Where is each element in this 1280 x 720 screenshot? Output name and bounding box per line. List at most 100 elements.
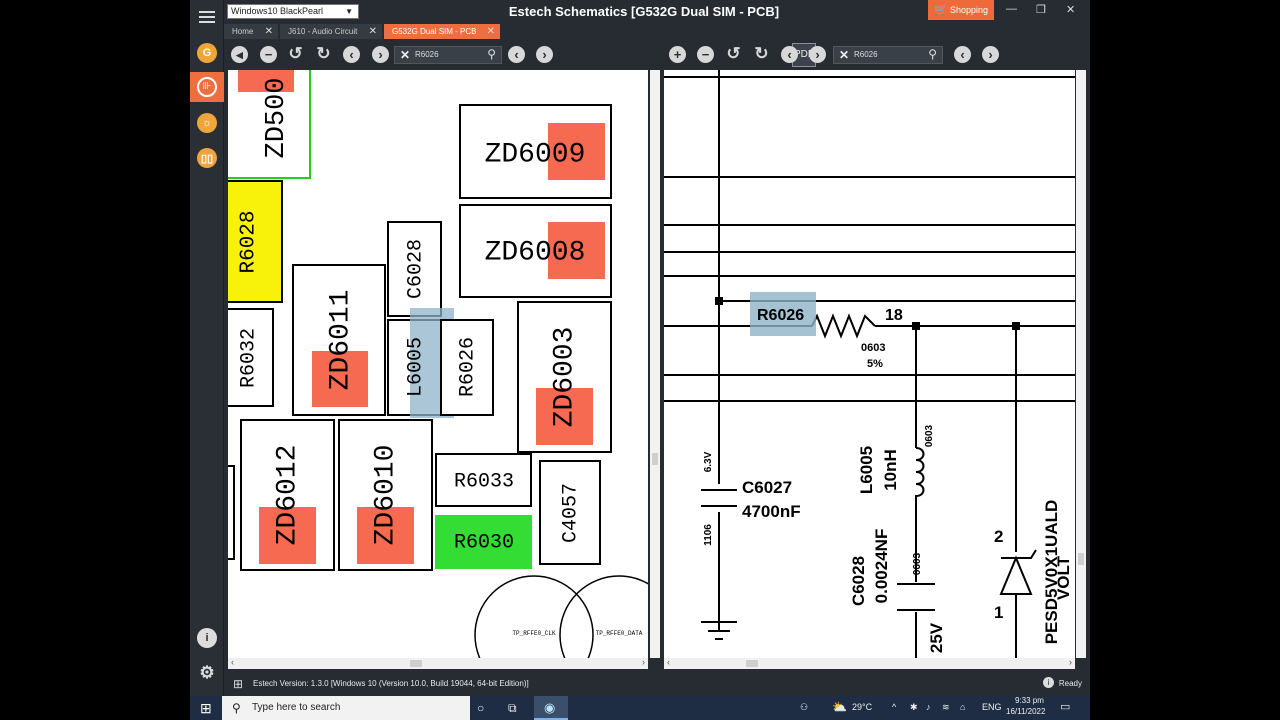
scroll-thumb[interactable] bbox=[1078, 553, 1084, 565]
search-prev-icon[interactable]: ‹ bbox=[954, 46, 971, 63]
pcb-view[interactable]: ZD500 ZD6009 R6028 ZD6008 C6028 R6032 ZD… bbox=[228, 70, 648, 658]
status-bar: ⊞ Estech Version: 1.3.0 [Windows 10 (Ver… bbox=[224, 674, 1090, 696]
book-icon[interactable]: ▯▯ bbox=[197, 148, 217, 168]
version-text: Estech Version: 1.3.0 [Windows 10 (Versi… bbox=[253, 679, 529, 688]
r6026-label: R6026 bbox=[757, 307, 804, 324]
tab-g532g-pcb[interactable]: G532G Dual SIM - PCB ✕ bbox=[384, 24, 500, 39]
pcb-vertical-scrollbar[interactable] bbox=[650, 70, 660, 658]
people-icon[interactable]: ⚇ bbox=[800, 702, 808, 713]
pcb-component-zd6009[interactable]: ZD6009 bbox=[459, 104, 612, 199]
right-search-value: R6026 bbox=[854, 50, 878, 59]
scroll-right-icon[interactable]: › bbox=[642, 657, 645, 667]
close-tab-icon[interactable]: ✕ bbox=[369, 24, 377, 39]
pcb-component-zd500[interactable]: ZD500 bbox=[228, 70, 311, 179]
menu-icon[interactable] bbox=[199, 11, 215, 23]
search-next-icon[interactable]: › bbox=[536, 46, 553, 63]
taskbar-search-input[interactable]: ⚲ Type here to search bbox=[222, 696, 470, 720]
next-icon[interactable]: › bbox=[372, 46, 389, 63]
system-tray: ⚇ ⛅ 29°C ^ ✱ ♪ ≋ ⌂ ENG 9:33 pm 16/11/202… bbox=[790, 696, 1090, 720]
clock-date[interactable]: 16/11/2022 bbox=[1006, 707, 1045, 716]
search-icon[interactable]: ⚲ bbox=[487, 47, 496, 61]
left-search-input[interactable]: ✕ R6026 ⚲ bbox=[394, 46, 502, 64]
volume-icon[interactable]: ♪ bbox=[926, 702, 931, 712]
close-tab-icon[interactable]: ✕ bbox=[487, 24, 495, 39]
pcb-component-c6028[interactable]: C6028 bbox=[387, 221, 442, 317]
pcb-label: R6032 bbox=[237, 328, 260, 388]
rotate-right-icon[interactable]: ↻ bbox=[753, 45, 770, 63]
pcb-component-zd6003[interactable]: ZD6003 bbox=[517, 301, 612, 453]
right-search-input[interactable]: ✕ R6026 ⚲ bbox=[833, 46, 943, 64]
task-view-icon[interactable]: ⧉ bbox=[508, 701, 517, 716]
scroll-thumb[interactable] bbox=[410, 660, 422, 667]
rotate-right-icon[interactable]: ↻ bbox=[315, 45, 332, 63]
pcb-label: ZD6010 bbox=[370, 445, 401, 546]
rotate-left-icon[interactable]: ↺ bbox=[725, 45, 742, 63]
pcb-component-r6033[interactable]: R6033 bbox=[435, 453, 532, 507]
pcb-component-r6030[interactable]: R6030 bbox=[435, 515, 532, 569]
search-next-icon[interactable]: › bbox=[982, 46, 999, 63]
scroll-left-icon[interactable]: ‹ bbox=[667, 657, 670, 667]
profile-select[interactable]: Windows10 BlackPearl ▼ bbox=[227, 4, 359, 19]
pcb-component-r6032[interactable]: R6032 bbox=[228, 308, 274, 407]
pcb-component-r6028[interactable]: R6028 bbox=[228, 180, 283, 303]
zoom-in-icon[interactable]: + bbox=[669, 46, 686, 63]
scroll-right-icon[interactable]: › bbox=[1069, 657, 1072, 667]
close-window-button[interactable]: ✕ bbox=[1066, 3, 1075, 16]
weather-icon: ⛅ bbox=[832, 700, 847, 714]
viewer-toolbar: ◂ − ↺ ↻ ‹ › ✕ R6026 ⚲ ‹ › PDF + − ↺ ↻ ‹ … bbox=[224, 40, 1090, 70]
circuit-icon[interactable]: ☼ bbox=[197, 113, 217, 133]
settings-gear-icon[interactable]: ⚙ bbox=[197, 663, 217, 683]
scroll-left-icon[interactable]: ‹ bbox=[231, 657, 234, 667]
language-indicator[interactable]: ENG bbox=[982, 702, 1002, 712]
zoom-out-icon[interactable]: − bbox=[260, 46, 277, 63]
start-windows-icon[interactable]: ⊞ bbox=[200, 700, 212, 717]
clock-time[interactable]: 9:33 pm bbox=[1015, 696, 1044, 705]
wifi-icon[interactable]: ≋ bbox=[942, 702, 950, 713]
shopping-button[interactable]: 🛒 Shopping bbox=[928, 0, 994, 20]
pcb-label: ZD6003 bbox=[549, 327, 580, 428]
pcb-component-c4057[interactable]: C4057 bbox=[539, 460, 601, 565]
rotate-left-icon[interactable]: ↺ bbox=[287, 45, 304, 63]
pcb-component-zd6008[interactable]: ZD6008 bbox=[459, 204, 612, 298]
schematic-horizontal-scrollbar[interactable]: ‹ › bbox=[664, 657, 1075, 669]
cortana-icon[interactable]: ○ bbox=[477, 701, 484, 715]
pcb-mode-button[interactable]: ⊪ bbox=[190, 72, 224, 102]
pcb-label: C6028 bbox=[404, 239, 427, 299]
estech-logo-icon[interactable]: G bbox=[197, 43, 217, 63]
scroll-thumb[interactable] bbox=[746, 660, 758, 667]
app-title: Estech Schematics [G532G Dual SIM - PCB] bbox=[508, 4, 780, 19]
chevron-down-icon: ▼ bbox=[345, 7, 353, 16]
schematic-vertical-scrollbar[interactable] bbox=[1076, 70, 1086, 658]
bluetooth-icon[interactable]: ✱ bbox=[910, 702, 918, 713]
next-icon[interactable]: › bbox=[809, 46, 826, 63]
clear-search-icon[interactable]: ✕ bbox=[400, 48, 410, 62]
search-prev-icon[interactable]: ‹ bbox=[508, 46, 525, 63]
test-point-rffe0-data[interactable]: TP_RFFE0_DATA bbox=[559, 575, 648, 658]
search-icon[interactable]: ⚲ bbox=[928, 47, 937, 61]
prev-icon[interactable]: ‹ bbox=[343, 46, 360, 63]
shopping-cart-icon: 🛒 bbox=[934, 4, 948, 16]
info-icon[interactable]: i bbox=[197, 628, 217, 648]
back-home-icon[interactable]: ◂ bbox=[231, 46, 248, 63]
clear-search-icon[interactable]: ✕ bbox=[839, 48, 849, 62]
network-icon[interactable]: ⌂ bbox=[960, 702, 965, 712]
status-text: Ready bbox=[1058, 679, 1082, 688]
test-point-rffe0-clk[interactable]: TP_RFFE0_CLK bbox=[474, 575, 594, 658]
pcb-component-zd6011[interactable]: ZD6011 bbox=[292, 264, 386, 416]
maximize-button[interactable]: ❐ bbox=[1036, 3, 1046, 16]
pcb-component-r6026[interactable]: R6026 bbox=[440, 319, 494, 416]
minimize-button[interactable]: — bbox=[1006, 3, 1017, 15]
tab-j610-audio[interactable]: J610 - Audio Circuit ✕ bbox=[280, 24, 382, 39]
zoom-out-icon[interactable]: − bbox=[697, 46, 714, 63]
taskbar-estech-app[interactable]: ◉ bbox=[534, 696, 568, 720]
notifications-icon[interactable]: ▭ bbox=[1060, 700, 1070, 713]
prev-icon[interactable]: ‹ bbox=[781, 46, 798, 63]
schematic-view[interactable]: R6026 18 0603 5% C6027 4700nF 6.3V 1106 … bbox=[664, 70, 1075, 658]
pcb-horizontal-scrollbar[interactable]: ‹ › bbox=[228, 657, 648, 669]
scroll-thumb[interactable] bbox=[652, 453, 658, 465]
pcb-component-zd6010[interactable]: ZD6010 bbox=[338, 419, 433, 571]
tab-home[interactable]: Home ✕ bbox=[224, 24, 278, 39]
chevron-up-icon[interactable]: ^ bbox=[892, 702, 896, 712]
pcb-component-zd6012[interactable]: ZD6012 bbox=[240, 419, 335, 571]
close-tab-icon[interactable]: ✕ bbox=[265, 24, 273, 39]
